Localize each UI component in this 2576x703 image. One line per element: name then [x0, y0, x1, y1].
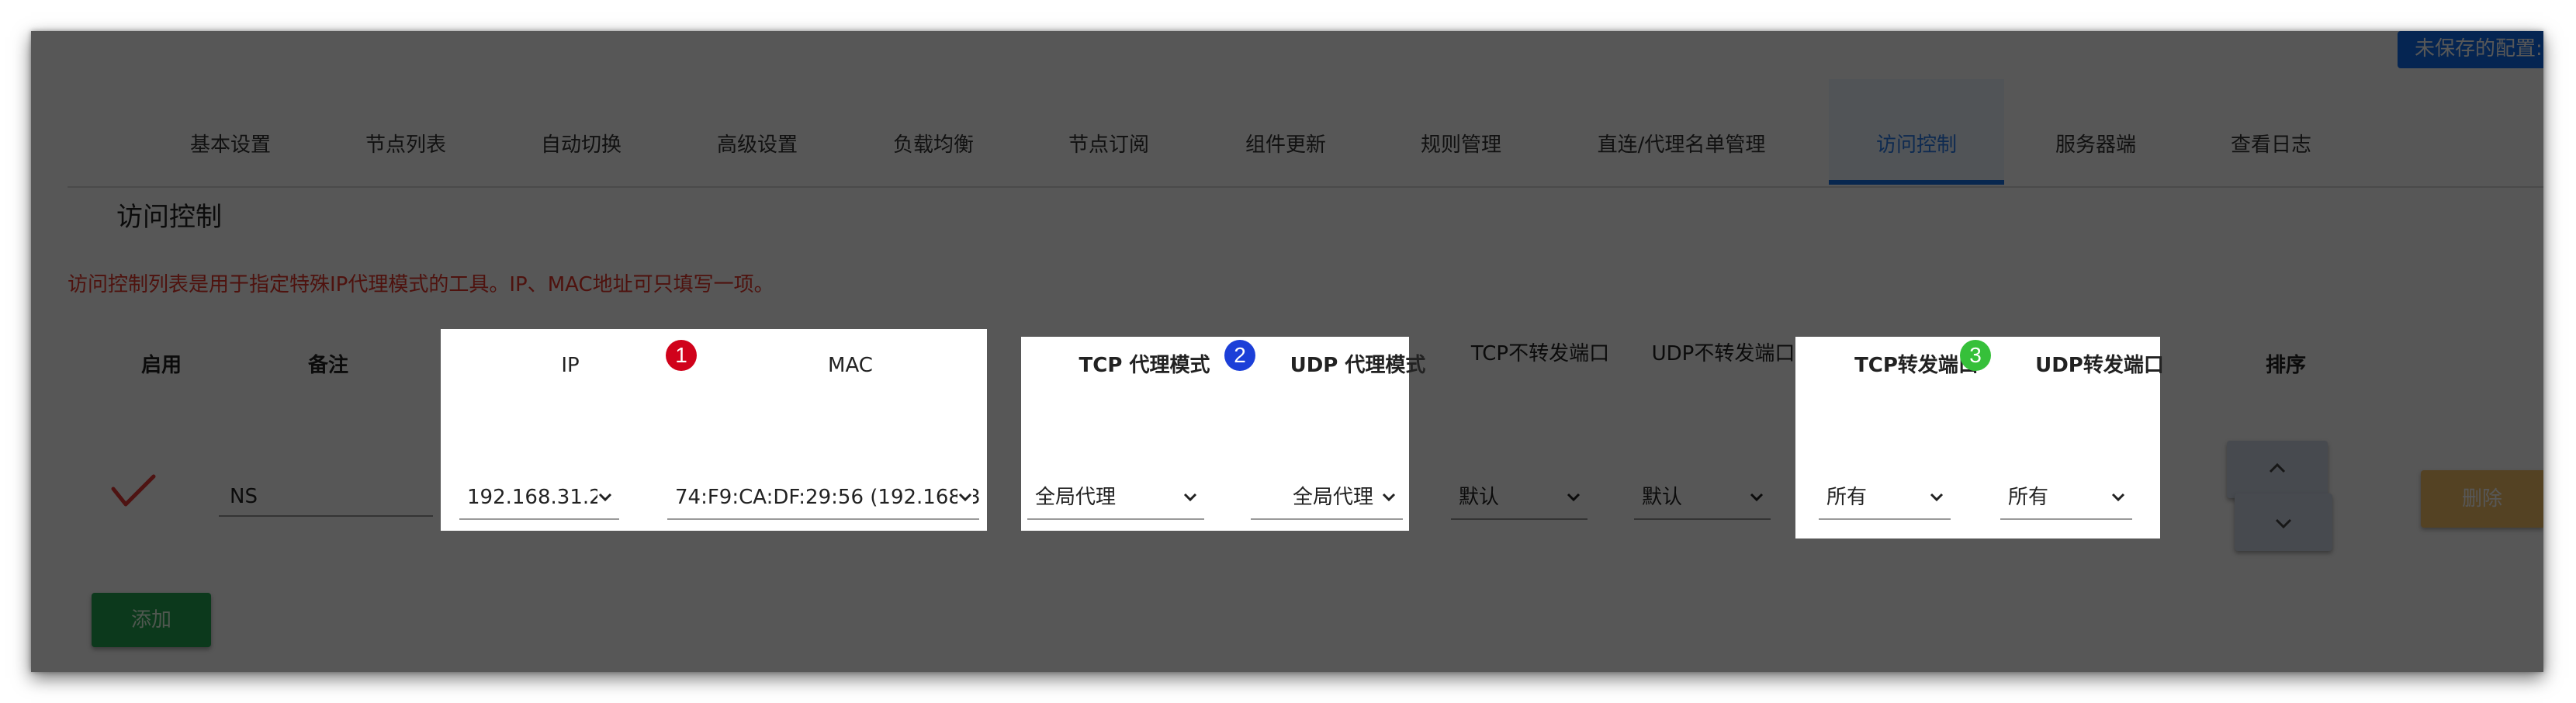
tcp-proxy-mode-select[interactable]: 全局代理	[1027, 476, 1204, 520]
tab-advanced-settings[interactable]: 高级设置	[703, 79, 812, 185]
chevron-down-icon	[2110, 476, 2126, 518]
chevron-down-icon	[1566, 476, 1581, 518]
udp-redir-ports-value: 所有	[2008, 486, 2049, 509]
header-sort: 排序	[2265, 354, 2306, 377]
udp-proxy-mode-select[interactable]: 全局代理	[1251, 476, 1403, 520]
tab-bar: 基本设置 节点列表 自动切换 高级设置 负载均衡 节点订阅 组件更新 规则管理 …	[68, 79, 2543, 188]
tcp-no-redir-ports-select[interactable]: 默认	[1451, 476, 1587, 520]
tab-server-side[interactable]: 服务器端	[2041, 79, 2150, 185]
tab-load-balancing[interactable]: 负载均衡	[879, 79, 988, 185]
tcp-redir-ports-value: 所有	[1826, 486, 1868, 509]
luci-window: 未保存的配置: 基本设置 节点列表 自动切换 高级设置 负载均衡 节点订阅 组件…	[31, 31, 2543, 672]
header-udp-no-redir-ports: UDP不转发端口	[1651, 342, 1795, 365]
header-udp-redir-ports: UDP转发端口	[2035, 354, 2164, 377]
udp-no-redir-ports-select[interactable]: 默认	[1634, 476, 1771, 520]
tab-direct-proxy-list[interactable]: 直连/代理名单管理	[1581, 79, 1782, 185]
tab-view-logs[interactable]: 查看日志	[2217, 79, 2325, 185]
chevron-down-icon	[2275, 518, 2292, 529]
checkmark-icon	[111, 474, 156, 507]
header-enable: 启用	[140, 354, 182, 377]
mac-select[interactable]: 74:F9:CA:DF:29:56 (192.168.31.23)	[667, 476, 979, 520]
chevron-down-icon	[1381, 476, 1397, 518]
tab-auto-switch[interactable]: 自动切换	[527, 79, 635, 185]
annotation-badge-3: 3	[1960, 340, 1991, 371]
annotation-badge-2: 2	[1224, 340, 1255, 371]
section-description: 访问控制列表是用于指定特殊IP代理模式的工具。IP、MAC地址可只填写一项。	[68, 273, 774, 296]
tab-rule-management[interactable]: 规则管理	[1407, 79, 1515, 185]
move-up-button[interactable]	[2227, 441, 2328, 498]
chevron-down-icon	[1749, 476, 1764, 518]
add-button[interactable]: 添加	[92, 593, 211, 647]
page-title: 访问控制	[116, 202, 222, 233]
header-ip: IP	[561, 354, 580, 377]
ip-select[interactable]: 192.168.31.23	[459, 476, 619, 520]
tcp-no-redir-ports-value: 默认	[1459, 486, 1500, 509]
chevron-down-icon	[597, 476, 613, 518]
udp-no-redir-ports-value: 默认	[1642, 486, 1683, 509]
tab-node-list[interactable]: 节点列表	[351, 79, 460, 185]
tcp-proxy-mode-value: 全局代理	[1035, 486, 1117, 509]
header-mac: MAC	[828, 354, 873, 377]
tab-component-update[interactable]: 组件更新	[1231, 79, 1340, 185]
enable-checkbox[interactable]	[110, 472, 157, 514]
delete-button[interactable]: 删除	[2421, 470, 2543, 528]
chevron-down-icon	[1182, 476, 1198, 518]
chevron-up-icon	[2269, 462, 2286, 473]
chevron-down-icon	[1929, 476, 1944, 518]
header-remark: 备注	[307, 354, 348, 377]
unsaved-config-badge[interactable]: 未保存的配置:	[2398, 31, 2543, 68]
tab-access-control[interactable]: 访问控制	[1829, 79, 2004, 185]
remark-input[interactable]: NS	[219, 476, 433, 517]
udp-redir-ports-select[interactable]: 所有	[2000, 476, 2132, 520]
udp-proxy-mode-value: 全局代理	[1292, 486, 1373, 509]
chevron-down-icon	[957, 476, 973, 518]
header-tcp-no-redir-ports: TCP不转发端口	[1470, 342, 1610, 365]
ip-select-value: 192.168.31.23	[467, 486, 615, 509]
header-udp-proxy-mode: UDP 代理模式	[1290, 354, 1426, 377]
header-tcp-proxy-mode: TCP 代理模式	[1079, 354, 1210, 377]
mac-select-value: 74:F9:CA:DF:29:56 (192.168.31.23)	[675, 486, 979, 509]
tab-basic-settings[interactable]: 基本设置	[176, 79, 285, 185]
annotation-badge-1: 1	[666, 340, 697, 371]
move-down-button[interactable]	[2235, 493, 2332, 551]
tab-node-subscribe[interactable]: 节点订阅	[1054, 79, 1163, 185]
tcp-redir-ports-select[interactable]: 所有	[1819, 476, 1951, 520]
